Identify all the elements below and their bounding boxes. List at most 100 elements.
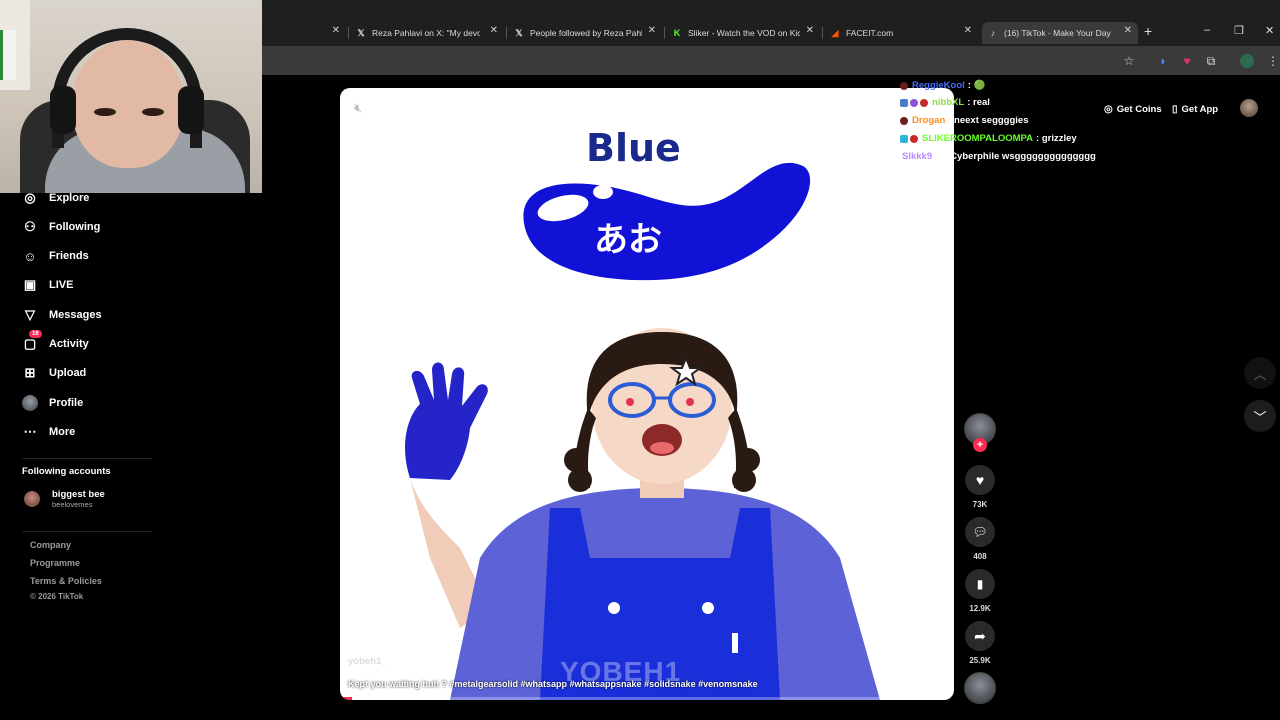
chat-text: : 🟢 xyxy=(967,80,986,91)
account-name: biggest bee xyxy=(52,489,105,500)
notification-badge: 16 xyxy=(29,330,42,338)
bookmark-icon: ▮ xyxy=(976,577,984,591)
new-tab-button[interactable]: + xyxy=(1144,23,1152,39)
follow-plus-button[interactable]: + xyxy=(973,438,987,452)
tab-close-icon[interactable]: ✕ xyxy=(332,25,340,36)
tab-close-icon[interactable]: ✕ xyxy=(806,25,814,36)
upload-icon: ⊞ xyxy=(24,365,36,380)
get-app-label: Get App xyxy=(1181,103,1219,115)
tab-0[interactable]: ✕ xyxy=(268,22,340,44)
sidebar-item-profile[interactable]: Profile xyxy=(22,395,83,411)
tab-close-icon[interactable]: ✕ xyxy=(964,25,972,36)
chat-text: : grizzley xyxy=(1036,133,1077,144)
tab-close-icon[interactable]: ✕ xyxy=(490,25,498,36)
chat-text: : @Cyberphile wsgggggggggggggg xyxy=(935,151,1096,162)
sidebar-divider xyxy=(22,458,152,459)
mouse-cursor-icon: ☝︎ xyxy=(878,134,887,150)
share-button[interactable]: ➦ xyxy=(965,621,995,651)
next-video-button[interactable]: ﹀ xyxy=(1244,400,1276,432)
x-logo-icon: 𝕏 xyxy=(357,27,365,38)
share-count: 25.9K xyxy=(969,656,991,665)
close-window-button[interactable]: ✕ xyxy=(1265,24,1274,37)
chat-badge-icon xyxy=(900,98,908,107)
sidebar-item-label: Friends xyxy=(49,250,89,262)
wall-poster xyxy=(0,30,16,80)
chat-badge-icon xyxy=(920,98,928,107)
sidebar-item-friends[interactable]: ☺ Friends xyxy=(22,248,89,264)
video-author-username[interactable]: yobeh1_ xyxy=(348,656,387,667)
headset-earcup xyxy=(50,86,76,134)
save-count: 12.9K xyxy=(969,604,991,613)
tab-close-icon[interactable]: ✕ xyxy=(648,25,656,36)
faceit-logo-icon: ◢ xyxy=(831,27,839,38)
user-avatar[interactable] xyxy=(1240,99,1258,117)
tab-separator xyxy=(506,27,507,39)
get-coins-button[interactable]: ◎ Get Coins xyxy=(1098,98,1168,120)
extensions-puzzle-icon[interactable]: ⧉ xyxy=(1204,54,1218,68)
tab-label: Reza Pahlavi on X: "My devout xyxy=(372,28,480,38)
sidebar-item-upload[interactable]: ⊞ Upload xyxy=(22,365,87,381)
tab-5-active[interactable]: ♪ (16) TikTok - Make Your Day ✕ xyxy=(982,22,1138,44)
footer-link-terms[interactable]: Terms & Policies xyxy=(30,576,102,586)
tab-label: People followed by Reza Pahla xyxy=(530,28,642,38)
video-progress-bar[interactable] xyxy=(340,697,954,700)
footer-link-company[interactable]: Company xyxy=(30,540,71,550)
kebab-menu-icon[interactable]: ⋮ xyxy=(1266,54,1280,68)
account-handle: beelovemes xyxy=(52,500,93,509)
tab-3[interactable]: K Sliker - Watch the VOD on Kick ✕ xyxy=(672,22,814,44)
extension-icon[interactable]: ♥ xyxy=(1180,54,1194,68)
extension-icon[interactable]: ◗ xyxy=(1156,54,1170,68)
chat-badge-icon xyxy=(900,116,908,125)
tab-separator xyxy=(664,27,665,39)
heart-icon: ♥ xyxy=(975,472,985,488)
sidebar-item-label: LIVE xyxy=(49,279,74,291)
headset-earcup xyxy=(178,86,204,134)
chat-text: : real xyxy=(967,97,990,108)
sidebar-item-messages[interactable]: ▽ Messages xyxy=(22,307,102,323)
minimize-button[interactable]: – xyxy=(1204,24,1210,36)
sidebar-item-label: Messages xyxy=(49,309,102,321)
following-icon: ⚇ xyxy=(24,219,36,234)
previous-video-button[interactable]: ︿ xyxy=(1244,357,1276,389)
like-button[interactable]: ♥ xyxy=(965,465,995,495)
kick-logo-icon: K xyxy=(673,28,681,38)
restore-button[interactable]: ❐ xyxy=(1234,24,1244,37)
tab-4[interactable]: ◢ FACEIT.com ✕ xyxy=(830,22,972,44)
following-accounts-title: Following accounts xyxy=(22,466,111,477)
tab-separator xyxy=(822,27,823,39)
chat-username: nibbXL xyxy=(932,97,965,108)
x-logo-icon: 𝕏 xyxy=(515,27,523,38)
sidebar-item-more[interactable]: ⋯ More xyxy=(22,424,76,440)
activity-glyph: ▢ xyxy=(23,336,37,351)
video-player[interactable]: 🔇︎ Blue あお YOBEH1 yobeh1_ Kept you waiti… xyxy=(340,88,954,700)
sidebar-item-live[interactable]: ▣ LIVE xyxy=(22,277,74,293)
sidebar-item-following[interactable]: ⚇ Following xyxy=(22,219,100,235)
sidebar-item-explore[interactable]: ◎ Explore xyxy=(22,190,89,206)
footer-link-programme[interactable]: Programme xyxy=(30,558,80,568)
profile-avatar-icon[interactable] xyxy=(1240,54,1254,68)
sound-avatar[interactable] xyxy=(964,672,996,704)
get-app-button[interactable]: ▯ Get App xyxy=(1166,98,1224,120)
bookmark-star-icon[interactable]: ☆ xyxy=(1122,54,1136,68)
account-avatar xyxy=(24,491,40,507)
sidebar-item-label: Activity xyxy=(49,338,89,350)
tab-2[interactable]: 𝕏 People followed by Reza Pahla ✕ xyxy=(514,22,656,44)
chat-username: SLIKEROOMPALOOMPA xyxy=(922,133,1034,144)
tab-close-icon[interactable]: ✕ xyxy=(1124,25,1132,36)
save-button[interactable]: ▮ xyxy=(965,569,995,599)
phone-icon: ▯ xyxy=(1172,103,1178,115)
messages-icon: ▽ xyxy=(25,307,35,322)
video-progress-fill xyxy=(340,697,353,700)
following-account-item[interactable]: biggest bee beelovemes xyxy=(24,489,105,509)
tab-label: (16) TikTok - Make Your Day xyxy=(1004,28,1111,38)
sidebar-item-label: Explore xyxy=(49,192,90,204)
friends-icon: ☺ xyxy=(23,248,37,264)
tab-1[interactable]: 𝕏 Reza Pahlavi on X: "My devout ✕ xyxy=(356,22,498,44)
chat-badge-icon xyxy=(900,81,908,90)
sidebar-item-label: Following xyxy=(49,221,101,233)
activity-icon: ▢ 16 xyxy=(22,330,42,352)
sidebar-item-activity[interactable]: ▢ 16 Activity xyxy=(22,330,89,352)
like-count: 73K xyxy=(972,500,988,509)
comment-bubble-icon: 💬︎ xyxy=(972,525,988,539)
comment-button[interactable]: 💬︎ xyxy=(965,517,995,547)
